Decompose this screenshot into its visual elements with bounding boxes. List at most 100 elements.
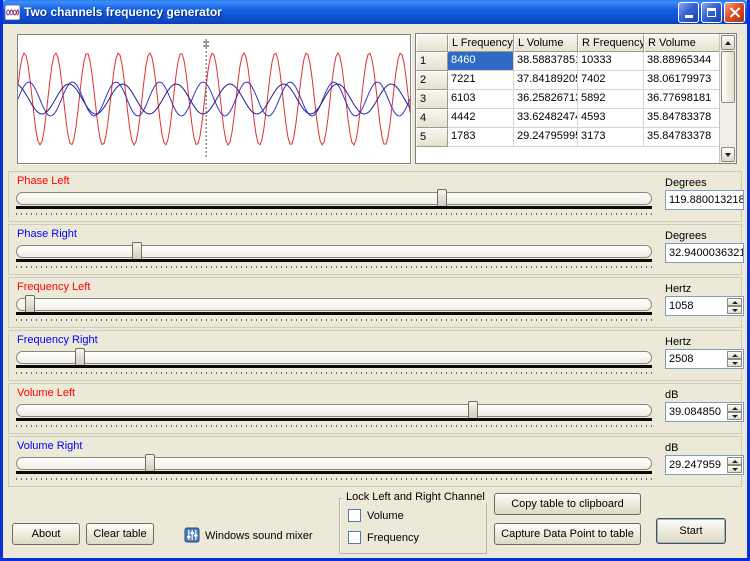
- volume-left-slider-ticks: [16, 425, 652, 427]
- cell-r-frequency[interactable]: 5892: [578, 90, 644, 109]
- arrow-up-icon: [732, 460, 738, 463]
- table-row: 2 7221 37.84189205 7402 38.06179973: [416, 71, 736, 90]
- frequency-left-slider-channel: [16, 312, 652, 315]
- cell-l-volume[interactable]: 33.62482474: [514, 109, 578, 128]
- volume-left-label: Volume Left: [17, 387, 75, 399]
- volume-right-spin-up[interactable]: [727, 457, 742, 465]
- volume-left-slider[interactable]: [16, 404, 652, 417]
- arrow-down-icon: [732, 309, 738, 312]
- phase-left-slider[interactable]: [16, 192, 652, 205]
- volume-right-value-field[interactable]: 29.247959: [665, 455, 744, 475]
- cell-r-volume[interactable]: 38.06179973: [644, 71, 720, 90]
- sound-mixer-icon[interactable]: [184, 527, 200, 543]
- cell-r-frequency[interactable]: 3173: [578, 128, 644, 147]
- phase-right-slider-ticks: [16, 266, 652, 268]
- scroll-up-button[interactable]: [721, 35, 735, 50]
- volume-left-spin-up[interactable]: [727, 404, 742, 412]
- frequency-right-spin-up[interactable]: [727, 351, 742, 359]
- phase-left-value: 119.880013218: [669, 194, 744, 206]
- lock-volume-checkbox[interactable]: [348, 509, 361, 522]
- cell-r-frequency[interactable]: 4593: [578, 109, 644, 128]
- frequency-right-slider[interactable]: [16, 351, 652, 364]
- sound-mixer-label[interactable]: Windows sound mixer: [205, 530, 313, 542]
- cell-r-volume[interactable]: 36.77698181: [644, 90, 720, 109]
- col-header-r-frequency[interactable]: R Frequency: [578, 34, 644, 52]
- waveform-display: [17, 34, 411, 164]
- data-table: L Frequency L Volume R Frequency R Volum…: [415, 33, 737, 164]
- phase-right-section: Phase Right Degrees 32.9400036321: [8, 224, 742, 275]
- volume-left-value: 39.084850: [669, 406, 721, 418]
- cell-l-volume[interactable]: 29.24795995: [514, 128, 578, 147]
- cell-l-volume[interactable]: 37.84189205: [514, 71, 578, 90]
- cell-r-volume[interactable]: 35.84783378: [644, 109, 720, 128]
- scrollbar-thumb[interactable]: [721, 51, 735, 103]
- volume-right-slider[interactable]: [16, 457, 652, 470]
- minimize-button[interactable]: [678, 2, 699, 23]
- window-title: Two channels frequency generator: [24, 5, 676, 19]
- volume-right-spin-down[interactable]: [727, 465, 742, 473]
- frequency-right-spin-down[interactable]: [727, 359, 742, 367]
- phase-left-unit-label: Degrees: [665, 177, 707, 189]
- capture-data-point-button[interactable]: Capture Data Point to table: [494, 523, 641, 545]
- clear-table-button[interactable]: Clear table: [86, 523, 154, 545]
- phase-left-slider-ticks: [16, 213, 652, 215]
- start-button[interactable]: Start: [656, 518, 726, 544]
- scroll-down-button[interactable]: [721, 147, 735, 162]
- row-number: 5: [416, 128, 448, 147]
- col-header-l-volume[interactable]: L Volume: [514, 34, 578, 52]
- cell-l-frequency[interactable]: 7221: [448, 71, 514, 90]
- maximize-button[interactable]: [701, 2, 722, 23]
- frequency-left-spinner: [727, 298, 742, 314]
- cell-r-volume[interactable]: 38.88965344: [644, 52, 720, 71]
- table-corner-cell: [416, 34, 448, 52]
- cell-r-volume[interactable]: 35.84783378: [644, 128, 720, 147]
- volume-left-value-field[interactable]: 39.084850: [665, 402, 744, 422]
- copy-table-button[interactable]: Copy table to clipboard: [494, 493, 641, 515]
- frequency-right-slider-ticks: [16, 372, 652, 374]
- table-row: 3 6103 36.25826713 5892 36.77698181: [416, 90, 736, 109]
- lock-channels-title: Lock Left and Right Channel: [343, 491, 488, 503]
- volume-right-section: Volume Right dB 29.247959: [8, 436, 742, 487]
- cell-l-volume[interactable]: 38.58837851: [514, 52, 578, 71]
- phase-right-label: Phase Right: [17, 228, 77, 240]
- cell-l-frequency[interactable]: 4442: [448, 109, 514, 128]
- arrow-down-icon: [732, 362, 738, 365]
- volume-right-slider-ticks: [16, 478, 652, 480]
- lock-volume-label: Volume: [367, 510, 404, 522]
- table-scrollbar[interactable]: [719, 34, 736, 163]
- frequency-left-slider-ticks: [16, 319, 652, 321]
- frequency-left-value-field[interactable]: 1058: [665, 296, 744, 316]
- cell-l-volume[interactable]: 36.25826713: [514, 90, 578, 109]
- arrow-down-icon: [732, 468, 738, 471]
- volume-right-label: Volume Right: [17, 440, 82, 452]
- app-icon: [5, 5, 20, 20]
- frequency-left-spin-down[interactable]: [727, 306, 742, 314]
- volume-left-spin-down[interactable]: [727, 412, 742, 420]
- volume-left-spinner: [727, 404, 742, 420]
- arrow-down-icon: [725, 153, 731, 157]
- frequency-left-slider[interactable]: [16, 298, 652, 311]
- close-button[interactable]: [724, 2, 745, 23]
- col-header-r-volume[interactable]: R Volume: [644, 34, 720, 52]
- frequency-right-value-field[interactable]: 2508: [665, 349, 744, 369]
- frequency-left-spin-up[interactable]: [727, 298, 742, 306]
- row-number: 2: [416, 71, 448, 90]
- lock-frequency-checkbox[interactable]: [348, 531, 361, 544]
- phase-left-slider-channel: [16, 206, 652, 209]
- lock-frequency-label: Frequency: [367, 532, 419, 544]
- cell-r-frequency[interactable]: 10333: [578, 52, 644, 71]
- cell-l-frequency[interactable]: 6103: [448, 90, 514, 109]
- cell-l-frequency[interactable]: 1783: [448, 128, 514, 147]
- frequency-right-value: 2508: [669, 353, 693, 365]
- about-button[interactable]: About: [12, 523, 80, 545]
- table-row: 5 1783 29.24795995 3173 35.84783378: [416, 128, 736, 147]
- col-header-l-frequency[interactable]: L Frequency: [448, 34, 514, 52]
- cell-r-frequency[interactable]: 7402: [578, 71, 644, 90]
- phase-right-value-field[interactable]: 32.9400036321: [665, 243, 744, 263]
- frequency-right-spinner: [727, 351, 742, 367]
- cell-l-frequency-selected[interactable]: 8460: [448, 52, 514, 71]
- arrow-down-icon: [732, 415, 738, 418]
- phase-left-value-field[interactable]: 119.880013218: [665, 190, 744, 210]
- titlebar[interactable]: Two channels frequency generator: [0, 0, 750, 24]
- phase-right-slider[interactable]: [16, 245, 652, 258]
